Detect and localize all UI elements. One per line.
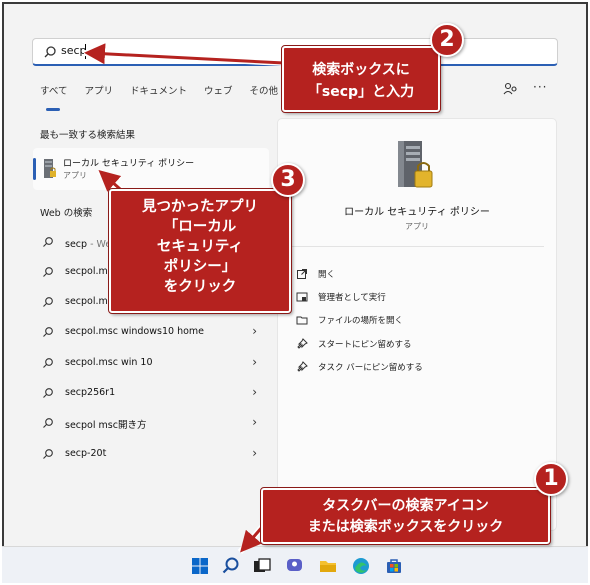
- best-match-name: ローカル セキュリティ ポリシー: [63, 159, 195, 169]
- search-query: secp: [61, 44, 87, 57]
- search-icon: [43, 327, 53, 337]
- web-result-text: secp-20t: [65, 448, 107, 459]
- action-label: タスク バーにピン留めする: [318, 363, 423, 373]
- more-options-icon[interactable]: ···: [533, 80, 547, 94]
- best-match-heading: 最も一致する検索結果: [40, 130, 136, 141]
- action-label: スタートにピン留めする: [318, 340, 412, 350]
- web-result-item[interactable]: secpol.msc win 10 ›: [40, 353, 265, 375]
- tab-documents[interactable]: ドキュメント: [130, 83, 187, 103]
- local-security-policy-icon: [44, 159, 56, 178]
- run-as-admin-icon: [296, 292, 308, 302]
- preview-app-name: ローカル セキュリティ ポリシー: [344, 207, 490, 218]
- local-security-policy-icon: [398, 141, 433, 188]
- file-explorer-icon[interactable]: [318, 556, 338, 576]
- divider: [290, 246, 544, 247]
- taskbar: [2, 546, 588, 583]
- search-icon: [43, 388, 53, 398]
- action-label: 管理者として実行: [318, 293, 386, 303]
- tab-web[interactable]: ウェブ: [204, 83, 233, 103]
- web-result-text: secpol.msc windows10 home: [65, 326, 204, 337]
- step-badge: 3: [271, 163, 305, 197]
- chat-icon[interactable]: [285, 556, 305, 576]
- best-match-type: アプリ: [63, 171, 87, 180]
- step-badge: 1: [534, 462, 568, 496]
- preview-app-type: アプリ: [405, 222, 429, 231]
- web-search-heading: Web の検索: [40, 208, 93, 219]
- web-result-item[interactable]: secp-20t ›: [40, 444, 265, 466]
- chevron-right-icon[interactable]: ›: [252, 324, 257, 338]
- search-icon: [43, 418, 53, 428]
- search-icon: [43, 297, 53, 307]
- chevron-right-icon[interactable]: ›: [252, 385, 257, 399]
- filter-tabs: すべて アプリ ドキュメント ウェブ その他 ⌵: [40, 83, 305, 111]
- web-result-text: secp256r1: [65, 387, 116, 398]
- callout-step1: タスクバーの検索アイコン または検索ボックスをクリック: [260, 487, 551, 545]
- microsoft-store-icon[interactable]: [384, 556, 404, 576]
- web-result-text: secpol msc開き方: [65, 420, 147, 431]
- pin-icon: [297, 338, 308, 349]
- web-result-item[interactable]: secpol.msc windows10 home ›: [40, 322, 265, 344]
- best-match-result[interactable]: ローカル セキュリティ ポリシー アプリ: [33, 148, 269, 190]
- open-icon: [297, 269, 307, 279]
- app-preview-panel: ローカル セキュリティ ポリシー アプリ 開く 管理者として実行 ファイルの場所…: [277, 118, 557, 531]
- chevron-right-icon[interactable]: ›: [252, 415, 257, 429]
- web-result-item[interactable]: secp256r1 ›: [40, 383, 265, 405]
- pin-icon: [297, 361, 308, 372]
- taskbar-search-icon[interactable]: [221, 556, 241, 576]
- step-badge: 2: [430, 23, 464, 57]
- folder-icon: [296, 316, 308, 325]
- search-icon: [43, 267, 53, 277]
- action-label: 開く: [318, 270, 336, 280]
- search-icon: [44, 46, 56, 58]
- chevron-right-icon[interactable]: ›: [252, 355, 257, 369]
- search-icon: [43, 449, 53, 459]
- web-result-text: secp: [65, 239, 88, 250]
- web-result-item[interactable]: secpol msc開き方 ›: [40, 413, 265, 435]
- search-icon: [43, 237, 53, 247]
- web-result-text: secpol.msc win 10: [65, 357, 153, 368]
- windows-start-icon[interactable]: [190, 556, 210, 576]
- callout-step3: 見つかったアプリ 「ローカル セキュリティ ポリシー」 をクリック: [108, 188, 292, 314]
- search-icon: [43, 358, 53, 368]
- account-switch-icon[interactable]: [501, 80, 519, 98]
- selection-indicator: [33, 158, 36, 180]
- chevron-right-icon[interactable]: ›: [252, 446, 257, 460]
- tab-all[interactable]: すべて: [40, 83, 67, 111]
- text-caret: [85, 44, 86, 59]
- tab-apps[interactable]: アプリ: [84, 83, 113, 103]
- edge-browser-icon[interactable]: [351, 556, 371, 576]
- action-label: ファイルの場所を開く: [318, 316, 404, 326]
- callout-step2: 検索ボックスに 「secp」と入力: [281, 45, 441, 113]
- task-view-icon[interactable]: [252, 556, 272, 576]
